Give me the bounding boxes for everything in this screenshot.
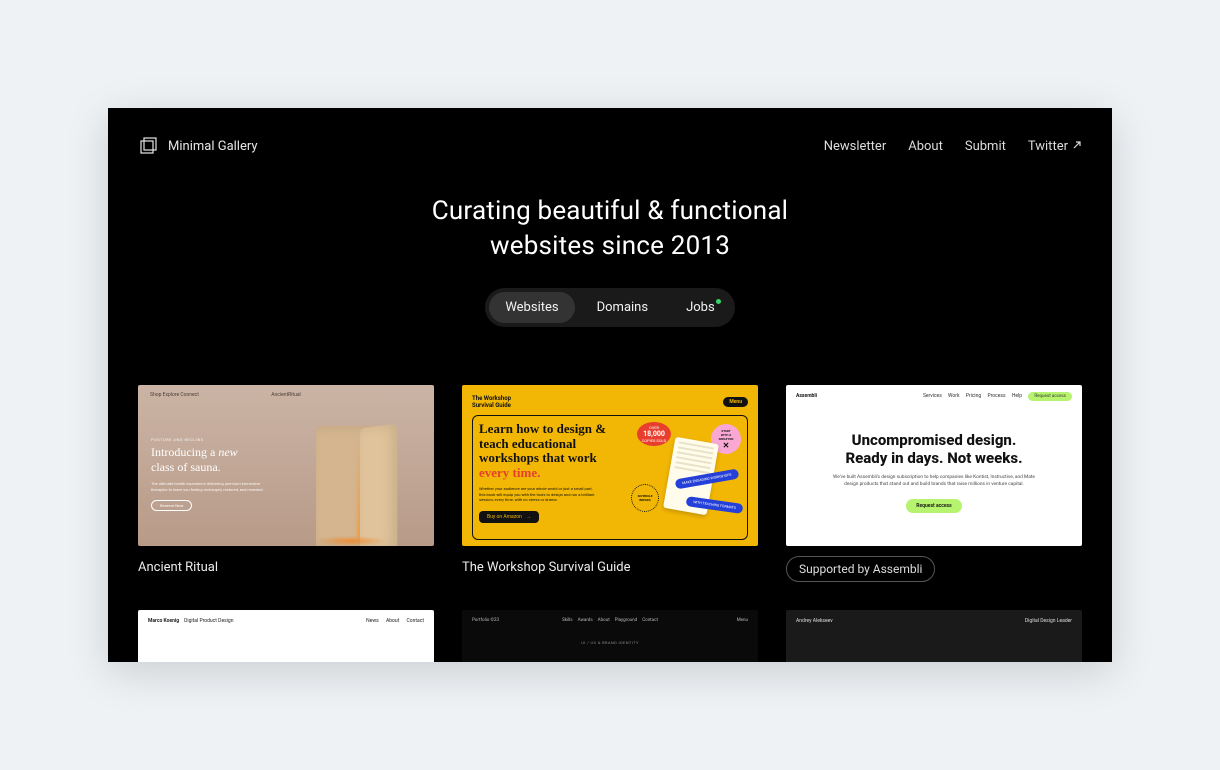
thumb-topnav: Andrey Alekseev Digital Design Leader bbox=[786, 610, 1082, 632]
thumbnail: The WorkshopSurvival Guide Menu Learn ho… bbox=[462, 385, 758, 546]
page-title: Curating beautiful & functional websites… bbox=[108, 194, 1112, 264]
hero: Curating beautiful & functional websites… bbox=[108, 156, 1112, 288]
nav-submit[interactable]: Submit bbox=[965, 139, 1006, 154]
external-link-icon bbox=[1072, 139, 1082, 154]
thumb-topnav: The WorkshopSurvival Guide Menu bbox=[472, 395, 748, 409]
sponsor-badge: Supported by Assembli bbox=[786, 556, 935, 582]
sauna-illustration-icon bbox=[306, 416, 416, 546]
sticker-icon: SCHEDULE BREAKS bbox=[631, 484, 659, 512]
request-access-button: Request access bbox=[1028, 392, 1072, 401]
buy-button: Buy on Amazon→ bbox=[479, 511, 539, 523]
nav-twitter-label: Twitter bbox=[1028, 139, 1068, 154]
tab-domains[interactable]: Domains bbox=[581, 292, 664, 323]
badge-icon: OVER 18,000 COPIES SOLD bbox=[637, 422, 671, 446]
tab-jobs-label: Jobs bbox=[686, 300, 715, 315]
card-andrey-alekseev[interactable]: Andrey Alekseev Digital Design Leader bbox=[786, 610, 1082, 662]
thumb-topnav: Marco Koenig Digital Product Design News… bbox=[148, 618, 424, 624]
nav-twitter[interactable]: Twitter bbox=[1028, 139, 1082, 154]
bone-icon: ✕ bbox=[719, 441, 734, 450]
thumbnail: Portfolio ©23 Skills Awards About Playgr… bbox=[462, 610, 758, 662]
nav-about[interactable]: About bbox=[908, 139, 943, 154]
hero-line-2: websites since 2013 bbox=[490, 231, 730, 261]
card-caption: The Workshop Survival Guide bbox=[462, 560, 758, 575]
request-access-button: Request access bbox=[906, 499, 961, 513]
card-caption: Ancient Ritual bbox=[138, 560, 434, 575]
card-marco-koenig[interactable]: Marco Koenig Digital Product Design News… bbox=[138, 610, 434, 662]
tab-jobs[interactable]: Jobs bbox=[670, 292, 731, 323]
brand[interactable]: Minimal Gallery bbox=[138, 136, 258, 156]
card-workshop-survival-guide[interactable]: The WorkshopSurvival Guide Menu Learn ho… bbox=[462, 385, 758, 582]
arrow-right-icon: → bbox=[526, 514, 531, 520]
thumb-topnav: Portfolio ©23 Skills Awards About Playgr… bbox=[462, 610, 758, 631]
app-window: Minimal Gallery Newsletter About Submit … bbox=[108, 108, 1112, 662]
thumbnail: Andrey Alekseev Digital Design Leader bbox=[786, 610, 1082, 662]
card-ancient-ritual[interactable]: Shop Explore Connect AncientRitual POSTU… bbox=[138, 385, 434, 582]
nav: Newsletter About Submit Twitter bbox=[824, 139, 1082, 154]
brand-name: Minimal Gallery bbox=[168, 139, 258, 154]
menu-button: Menu bbox=[723, 397, 748, 407]
thumb-topnav: Shop Explore Connect AncientRitual bbox=[150, 392, 422, 398]
thumbnail: Marco Koenig Digital Product Design News… bbox=[138, 610, 434, 662]
thumb-topnav: Assembli Services Work Pricing Process H… bbox=[796, 393, 1072, 399]
header: Minimal Gallery Newsletter About Submit … bbox=[108, 108, 1112, 156]
tab-pill: Websites Domains Jobs bbox=[485, 288, 734, 327]
hero-line-1: Curating beautiful & functional bbox=[432, 196, 788, 226]
nav-newsletter[interactable]: Newsletter bbox=[824, 139, 887, 154]
tabs: Websites Domains Jobs bbox=[108, 288, 1112, 327]
card-artemii[interactable]: Portfolio ©23 Skills Awards About Playgr… bbox=[462, 610, 758, 662]
thumbnail: Assembli Services Work Pricing Process H… bbox=[786, 385, 1082, 546]
reserve-button: Reserve Now bbox=[151, 500, 192, 511]
logo-icon bbox=[138, 136, 158, 156]
tab-websites[interactable]: Websites bbox=[489, 292, 574, 323]
card-assembli[interactable]: Assembli Services Work Pricing Process H… bbox=[786, 385, 1082, 582]
jobs-indicator-icon bbox=[716, 299, 721, 304]
thumb-copy: POSTURE AND RECLINE Introducing a new cl… bbox=[151, 437, 291, 511]
thumbnail: Shop Explore Connect AncientRitual POSTU… bbox=[138, 385, 434, 546]
gallery: Shop Explore Connect AncientRitual POSTU… bbox=[108, 327, 1112, 662]
